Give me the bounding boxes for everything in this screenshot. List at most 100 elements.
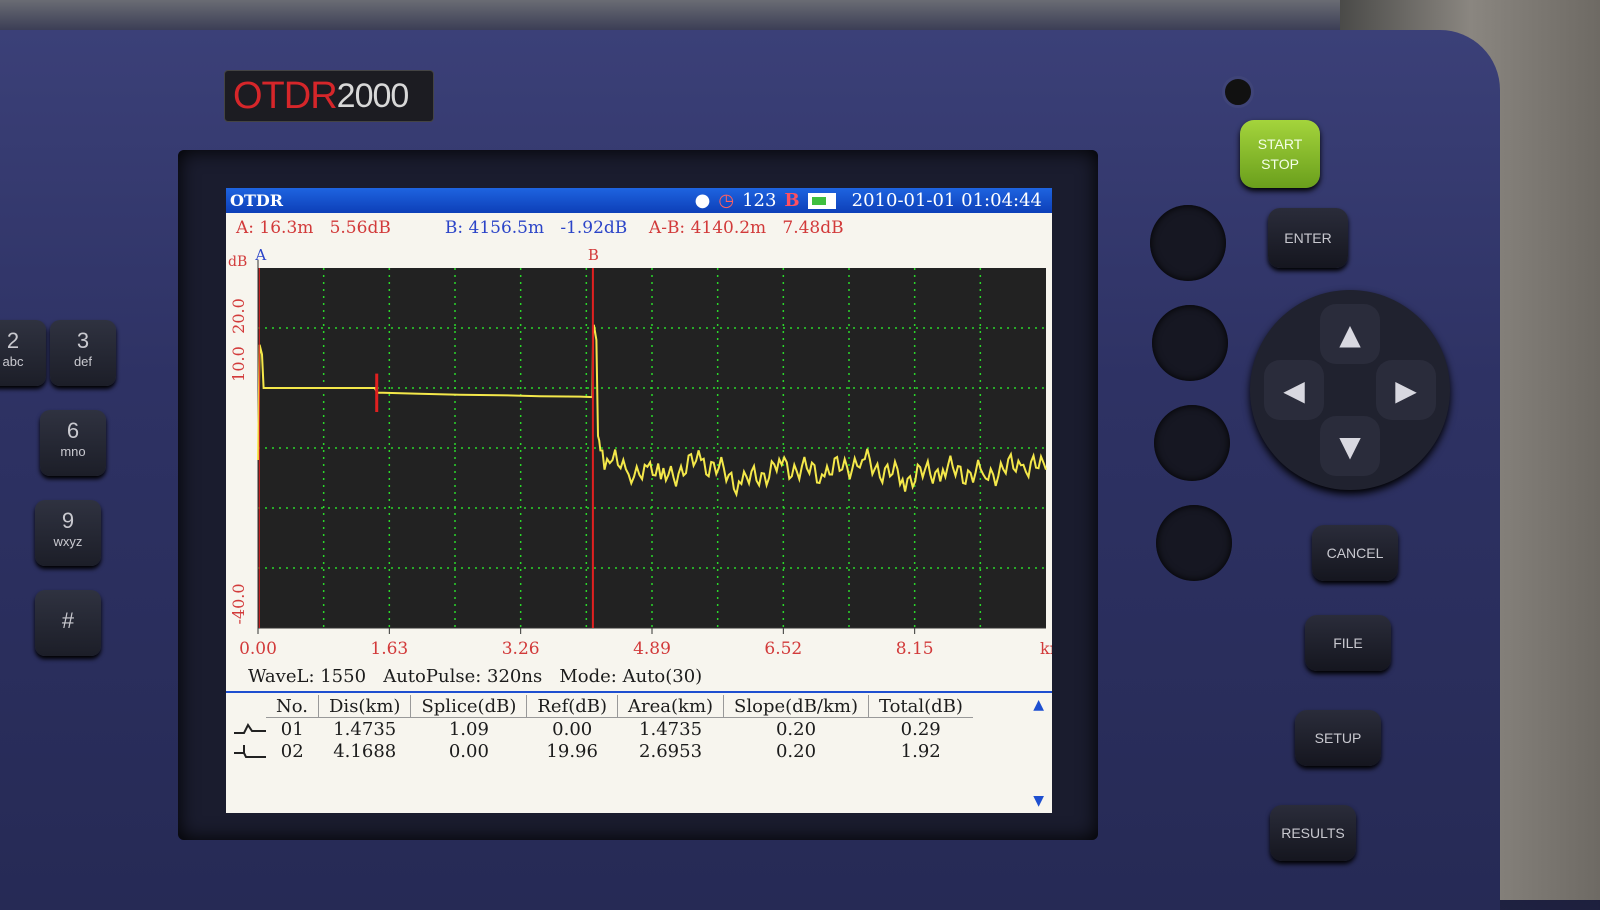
results-label: RESULTS [1281, 825, 1345, 841]
row2-splice: 0.00 [448, 740, 489, 762]
row1-slope: 0.20 [775, 718, 817, 740]
enter-label: ENTER [1284, 230, 1332, 246]
col-total: Total(dB) [868, 695, 973, 718]
start-label: START [1257, 136, 1303, 152]
x-tick-label: 3.26 [502, 639, 540, 659]
measurement-params: WaveL: 1550 AutoPulse: 320ns Mode: Auto(… [248, 666, 703, 687]
key-6-number: 6 [66, 418, 80, 443]
y-axis-label: dB [228, 254, 247, 270]
title-bar: OTDR ● ◷ 123 B 2010-01-01 01:04:44 [226, 188, 1052, 213]
enter-button[interactable]: ENTER [1268, 208, 1348, 268]
cursor-a-readout: A: 16.3m 5.56dB [236, 218, 391, 238]
key-hash[interactable]: # [35, 590, 101, 656]
col-ref: Ref(dB) [526, 695, 619, 718]
key-2-number: 2 [6, 328, 20, 353]
key-2-letters: abc [2, 354, 24, 369]
cancel-label: CANCEL [1326, 545, 1384, 561]
row1-total: 0.29 [900, 718, 941, 740]
key-6[interactable]: 6 mno [40, 410, 106, 476]
status-count: 123 [742, 190, 777, 211]
soft-key-1[interactable] [1150, 205, 1226, 281]
up-arrow-button[interactable]: ▲ [1320, 304, 1380, 364]
col-splice: Splice(dB) [410, 695, 528, 718]
key-6-letters: mno [60, 444, 86, 459]
event-reflective-icon [234, 745, 266, 758]
cursor-b-readout: B: 4156.5m -1.92dB [444, 218, 628, 238]
event-table[interactable]: No. Dis(km) Splice(dB) Ref(dB) Area(km) … [226, 691, 1052, 813]
y-tick-label: 10.0 [229, 346, 248, 382]
down-arrow-button[interactable]: ▼ [1320, 416, 1380, 476]
row1-no: 01 [280, 718, 304, 740]
row2-slope: 0.20 [775, 740, 817, 762]
cursor-b-marker: B [588, 246, 599, 264]
scroll-up-icon[interactable]: ▲ [1033, 697, 1044, 713]
x-tick-label: 0.00 [239, 639, 277, 659]
left-arrow-button[interactable]: ◀ [1264, 360, 1324, 420]
direction-pad: ▲ ◀ ▶ ▼ [1250, 290, 1450, 490]
stop-label: STOP [1261, 156, 1299, 172]
brand-logo-model: 2000 [336, 76, 410, 115]
soft-key-2[interactable] [1152, 305, 1228, 381]
x-tick-label: 1.63 [370, 639, 408, 659]
x-tick-label: 6.52 [764, 639, 802, 659]
row2-ref: 19.96 [546, 740, 598, 762]
otdr-screen: OTDR ● ◷ 123 B 2010-01-01 01:04:44 A: 16… [226, 188, 1052, 813]
left-arrow-icon: ◀ [1283, 373, 1305, 407]
event-table-header: No. Dis(km) Splice(dB) Ref(dB) Area(km) … [266, 695, 973, 718]
row1-ref: 0.00 [552, 718, 593, 740]
clock-icon: ◷ [718, 190, 735, 211]
col-slope: Slope(dB/km) [723, 695, 869, 718]
setup-label: SETUP [1314, 730, 1362, 746]
key-9-number: 9 [61, 508, 75, 533]
right-arrow-button[interactable]: ▶ [1376, 360, 1436, 420]
up-arrow-icon: ▲ [1339, 317, 1361, 351]
table-row[interactable]: 02 4.1688 0.00 19.96 2.6953 0.20 1.92 [266, 740, 973, 762]
start-stop-button[interactable]: START STOP [1240, 120, 1320, 188]
status-area: ● ◷ 123 B 2010-01-01 01:04:44 [695, 190, 1042, 211]
col-no: No. [266, 695, 319, 718]
datetime: 2010-01-01 01:04:44 [851, 190, 1042, 211]
row1-area: 1.4735 [639, 718, 703, 740]
x-tick-label: 8.15 [896, 639, 934, 659]
x-tick-label: 4.89 [633, 639, 671, 659]
file-button[interactable]: FILE [1305, 615, 1391, 671]
row2-total: 1.92 [900, 740, 941, 762]
event-table-grid: No. Dis(km) Splice(dB) Ref(dB) Area(km) … [266, 695, 973, 762]
col-dis: Dis(km) [318, 695, 412, 718]
scroll-down-icon[interactable]: ▼ [1033, 793, 1044, 809]
key-3-number: 3 [76, 328, 90, 353]
battery-icon [807, 192, 836, 209]
y-tick-label: -40.0 [229, 583, 248, 624]
results-button[interactable]: RESULTS [1270, 805, 1356, 861]
right-arrow-icon: ▶ [1395, 373, 1417, 407]
otdr-trace-chart[interactable]: dB 20.0 10.0 -40.0 0.00 1.63 3.26 4.89 6.52 8.15 k… [226, 240, 1052, 680]
key-2[interactable]: 2 abc [0, 320, 46, 386]
app-title: OTDR [230, 191, 284, 210]
event-nonreflective-icon [234, 723, 266, 734]
row2-area: 2.6953 [639, 740, 703, 762]
x-axis-label: km [1040, 639, 1052, 658]
y-tick-label: 20.0 [229, 298, 248, 334]
row1-splice: 1.09 [448, 718, 489, 740]
row2-no: 02 [280, 740, 304, 762]
key-9[interactable]: 9 wxyz [35, 500, 101, 566]
cursor-readout: A: 16.3m 5.56dB B: 4156.5m -1.92dB A-B: … [236, 218, 844, 238]
cursor-a-marker: A [254, 246, 266, 264]
row2-dis: 4.1688 [333, 740, 397, 762]
row1-dis: 1.4735 [333, 718, 397, 740]
pin-icon: ● [694, 190, 711, 211]
status-marker: B [784, 190, 800, 211]
trace-svg: dB 20.0 10.0 -40.0 0.00 1.63 3.26 4.89 6.52 8.15 k… [228, 246, 1052, 659]
key-3[interactable]: 3 def [50, 320, 116, 386]
col-area: Area(km) [617, 695, 725, 718]
cursor-ab-readout: A-B: 4140.2m 7.48dB [648, 218, 844, 238]
soft-key-4[interactable] [1156, 505, 1232, 581]
setup-button[interactable]: SETUP [1295, 710, 1381, 766]
cancel-button[interactable]: CANCEL [1312, 525, 1398, 581]
soft-key-3[interactable] [1154, 405, 1230, 481]
file-label: FILE [1333, 635, 1363, 651]
brand-logo: OTDR 2000 [224, 70, 434, 122]
table-row[interactable]: 01 1.4735 1.09 0.00 1.4735 0.20 0.29 [266, 718, 973, 741]
key-9-letters: wxyz [53, 534, 83, 549]
brand-logo-red: OTDR [233, 74, 338, 117]
